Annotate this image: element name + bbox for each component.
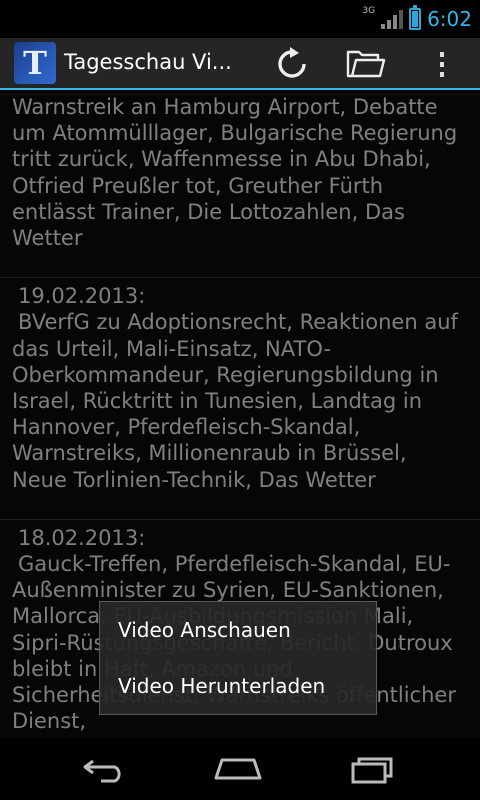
menu-item-watch-video[interactable]: Video Anschauen: [100, 602, 376, 658]
home-button[interactable]: [208, 750, 268, 788]
status-time: 6:02: [427, 7, 472, 31]
navigation-bar: [0, 738, 480, 800]
recent-apps-icon: [351, 757, 393, 784]
overflow-menu-icon: [440, 52, 444, 77]
signal-icon: [381, 9, 404, 29]
recent-apps-button[interactable]: [342, 750, 402, 788]
home-icon: [214, 758, 262, 780]
app-title: Tagesschau Vi...: [64, 50, 232, 74]
folder-icon: [346, 50, 386, 78]
app-icon-letter: T: [23, 44, 47, 82]
status-icons: 3G 6:02: [362, 0, 472, 38]
app-icon[interactable]: T: [14, 42, 56, 84]
battery-icon: [409, 5, 422, 30]
action-bar: T Tagesschau Vi...: [0, 38, 480, 90]
network-type-label: 3G: [362, 6, 376, 16]
context-menu: Video Anschauen Video Herunterladen: [99, 601, 377, 715]
status-bar: 3G 6:02: [0, 0, 480, 38]
folder-button[interactable]: [344, 44, 388, 84]
back-icon: [83, 759, 121, 783]
overflow-menu-button[interactable]: [420, 44, 464, 84]
refresh-button[interactable]: [270, 44, 314, 84]
refresh-icon: [278, 47, 306, 78]
back-button[interactable]: [75, 750, 135, 788]
menu-item-download-video[interactable]: Video Herunterladen: [100, 658, 376, 714]
